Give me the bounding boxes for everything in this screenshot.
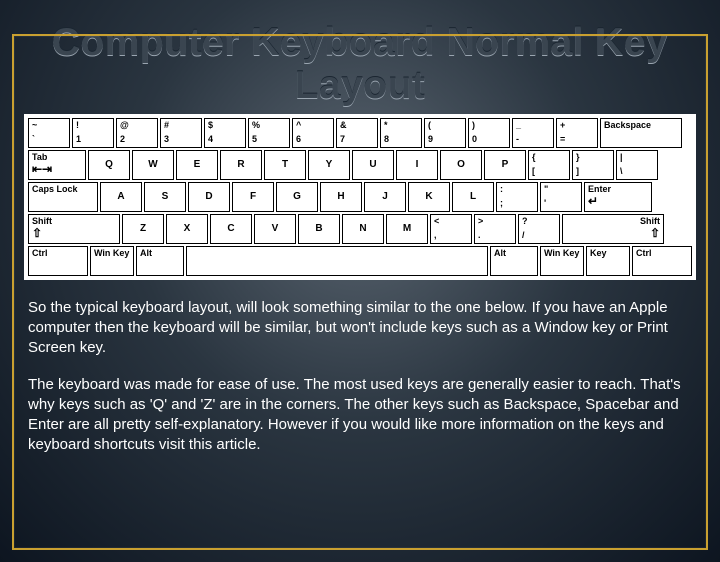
slide-frame [12,34,708,550]
